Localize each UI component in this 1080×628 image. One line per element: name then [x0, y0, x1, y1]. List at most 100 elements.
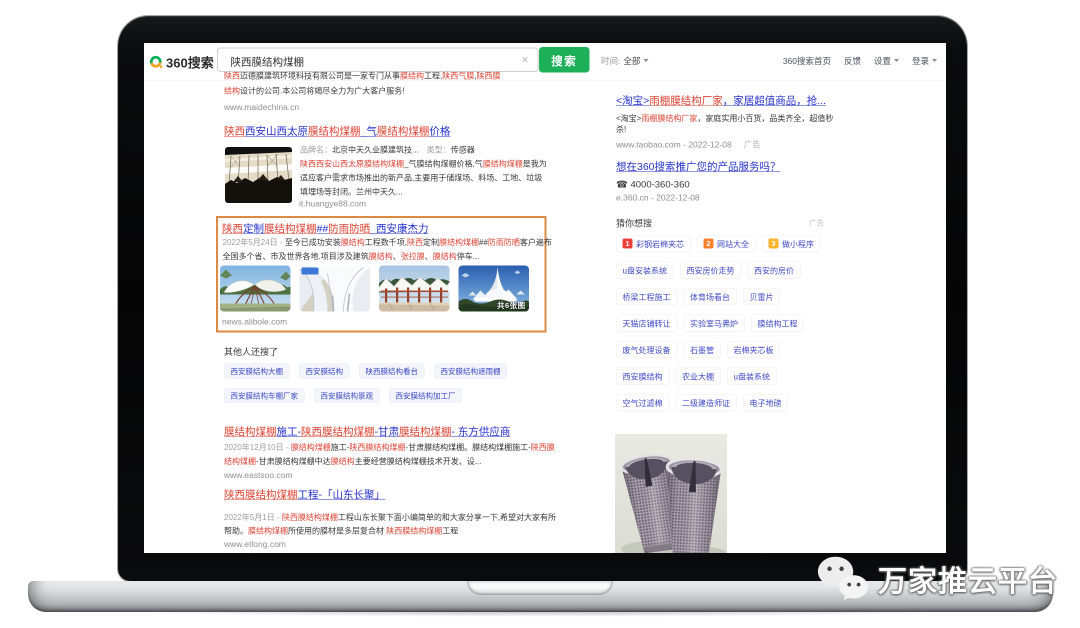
chip-label: 农业大棚: [682, 370, 714, 382]
result3-snippet-line2: 全国多个省、市及世界各地.项目涉及建筑膜结构、张拉膜、膜结构停车...: [223, 252, 480, 262]
guess-search-chip[interactable]: 1彩钢岩棉夹芯: [616, 235, 691, 252]
text-segment: 防雨防晒: [488, 239, 520, 248]
text-segment: 雨棚膜结构厂家: [641, 115, 697, 124]
guess-search-chip[interactable]: 空气过滤棉: [616, 394, 669, 411]
related-search-chip[interactable]: 西安膜结构大棚: [224, 364, 290, 379]
text-segment: 价格: [429, 126, 450, 138]
text-segment: -甘肃: [375, 426, 400, 438]
360-search-logo[interactable]: 360搜索: [149, 53, 214, 72]
result5-snippet-line1: 2022年5月1日 - 陕西膜结构煤棚工程山东长聚下面小编简单的和大家分享一下,…: [224, 513, 556, 523]
nav-login-dropdown[interactable]: 登录: [912, 54, 937, 67]
text-segment: 雨棚膜结构厂家: [649, 95, 723, 107]
result2-title-link[interactable]: 陕西西安山西太原膜结构煤棚_气膜结构煤棚价格: [224, 126, 450, 138]
related-search-chip[interactable]: 西安膜结构: [299, 364, 350, 379]
text-segment: ##: [317, 223, 329, 235]
text-segment: 北京中天久业膜建筑技...: [332, 146, 419, 155]
guess-search-chip[interactable]: 西安的房价: [747, 262, 800, 279]
guess-search-chip[interactable]: 农业大棚: [676, 368, 721, 385]
text-segment: 杀!: [616, 126, 626, 135]
text-segment: 膜结构煤棚: [224, 426, 277, 438]
text-segment: 膜结构煤棚: [248, 527, 288, 536]
chip-label: 彩钢岩棉夹芯: [636, 238, 684, 250]
guess-search-chip[interactable]: u盘安装系统: [616, 262, 673, 279]
clear-search-icon[interactable]: ×: [521, 53, 528, 67]
result3-title-link[interactable]: 陕西定制膜结构煤棚##防雨防晒_西安康杰力: [222, 223, 429, 235]
result2-snippet-line1: 陕西西安山西太原膜结构煤棚_气膜结构煤棚价格,气膜结构煤棚是我为: [300, 160, 547, 170]
guess-search-chip[interactable]: 2网站大全: [697, 235, 756, 252]
taobao-url-text: www.taobao.com - 2022-12-08: [616, 140, 732, 150]
chip-label: 西安的房价: [754, 264, 794, 276]
text-segment: 帮助。: [224, 527, 248, 536]
text-segment: 2020年12月10日 -: [224, 444, 291, 453]
result2-thumbnail-image[interactable]: [225, 147, 292, 203]
guess-search-chip[interactable]: 桥梁工程施工: [616, 288, 677, 305]
guess-search-chip[interactable]: 贝雷片: [743, 288, 780, 305]
search-input[interactable]: 陕西膜结构煤棚 ×: [217, 48, 539, 73]
text-segment: <淘宝>: [616, 115, 641, 124]
guess-search-chip[interactable]: 膜结构工程: [751, 315, 804, 332]
result5-snippet-line2: 帮助。膜结构煤棚所使用的膜材是多层复合材 陕西膜结构煤棚工程: [224, 527, 458, 537]
text-segment: - 东方供应商: [452, 426, 511, 438]
text-segment: 膜结构煤棚: [483, 160, 523, 169]
text-segment: 陕西: [224, 72, 240, 81]
header-nav: 360搜索首页 反馈 设置 登录: [770, 54, 937, 67]
guess-search-chip[interactable]: 废气处理设备: [616, 341, 677, 358]
result2-attr-line: 品牌名：北京中天久业膜建筑技... 类型：传感器: [300, 146, 475, 156]
rank-badge: 3: [769, 239, 779, 249]
text-segment: 所使用的膜材是多层复合材: [288, 527, 386, 536]
chip-label: 电子地磅: [750, 397, 782, 409]
search-button[interactable]: 搜索: [539, 47, 590, 73]
result3-thumbnail-1[interactable]: [220, 266, 291, 312]
guess-search-chip[interactable]: 实验室马弗炉: [684, 315, 745, 332]
result4-title-link[interactable]: 膜结构煤棚施工-陕西膜结构煤棚-甘肃膜结构煤棚- 东方供应商: [224, 426, 510, 438]
guess-search-chip[interactable]: 西安房价走势: [680, 262, 741, 279]
result3-thumbnail-3[interactable]: [379, 266, 450, 312]
result5-title-link[interactable]: 陕西膜结构煤棚工程-「山东长聚」: [224, 489, 385, 501]
related-search-chip[interactable]: 陕西膜结构看台: [359, 364, 425, 379]
chip-label: u盘安装系统: [623, 264, 667, 276]
watermark-text: 万家推云平台: [878, 558, 1058, 600]
chip-label: 西安膜结构: [623, 370, 663, 382]
guess-search-chip[interactable]: 天猫店铺转让: [616, 315, 677, 332]
guess-search-chip[interactable]: 西安膜结构: [616, 368, 669, 385]
nav-home-link[interactable]: 360搜索首页: [783, 54, 831, 67]
chip-label: 膜结构工程: [758, 317, 798, 329]
related-search-chip[interactable]: 西安膜结构遮雨棚: [434, 364, 507, 379]
taobao-ad-title-link[interactable]: <淘宝>雨棚膜结构厂家，家居超值商品，抢...: [616, 95, 826, 107]
guess-chips-row: 废气处理设备石墨管岩棉夹芯板: [616, 341, 827, 358]
text-segment: 陕西西安山西太原膜结构煤棚: [300, 160, 404, 169]
text-segment: 定制: [423, 239, 439, 248]
time-filter-dropdown[interactable]: 时间: 全部: [601, 54, 648, 67]
guess-search-chip[interactable]: 体育场看台: [684, 288, 737, 305]
nav-feedback-link[interactable]: 反馈: [844, 54, 861, 67]
result4-url: www.eastsoo.com: [224, 471, 293, 481]
text-segment: 膜结构: [400, 72, 424, 81]
text-segment: _西安康杰力: [370, 223, 428, 235]
guess-search-chip[interactable]: 岩棉夹芯板: [727, 341, 780, 358]
guess-search-chip[interactable]: 电子地磅: [743, 394, 788, 411]
text-segment: 适应客户需求市场推出的新产品,主要用于储煤场、料场、工地、垃圾: [300, 174, 542, 183]
related-search-chip[interactable]: 西安膜结构加工厂: [389, 388, 462, 403]
text-segment: 全国多个省、市及世界各地.项目涉及建筑: [223, 253, 369, 262]
guess-search-chip[interactable]: 石墨管: [684, 341, 721, 358]
text-segment: -甘肃膜结构煤棚中达: [256, 458, 331, 467]
result1-url: www.maidechina.cn: [224, 103, 299, 113]
guess-search-chip[interactable]: 3做小程序: [762, 235, 821, 252]
promo-ad-url: e.360.cn - 2022-12-08: [616, 193, 700, 203]
related-search-chip[interactable]: 西安膜结构景观: [314, 388, 380, 403]
result3-thumbnail-2[interactable]: [300, 266, 371, 312]
text-segment: 膜结构煤棚: [308, 126, 361, 138]
product-photo[interactable]: [615, 434, 727, 553]
result1-snippet-line2: 结构设计的公司.本公司将竭尽全力为广大客户服务!: [224, 87, 404, 97]
promo-ad-title-link[interactable]: 想在360搜索推广您的产品服务吗？: [616, 161, 781, 173]
nav-settings-dropdown[interactable]: 设置: [874, 54, 899, 67]
text-segment: 陕西膜: [476, 72, 500, 81]
related-search-chip[interactable]: 西安膜结构车棚厂家: [224, 388, 305, 403]
text-segment: 张拉膜: [401, 253, 425, 262]
related-chips-row1: 西安膜结构大棚西安膜结构陕西膜结构看台西安膜结构遮雨棚: [224, 364, 517, 379]
rank-badge: 1: [623, 239, 633, 249]
guess-search-chip[interactable]: 二级建造师证: [676, 394, 737, 411]
text-segment: 至今已成功安装: [285, 239, 341, 248]
result3-url: news.alibole.com: [222, 317, 287, 327]
guess-search-chip[interactable]: u盘装系统: [727, 368, 776, 385]
